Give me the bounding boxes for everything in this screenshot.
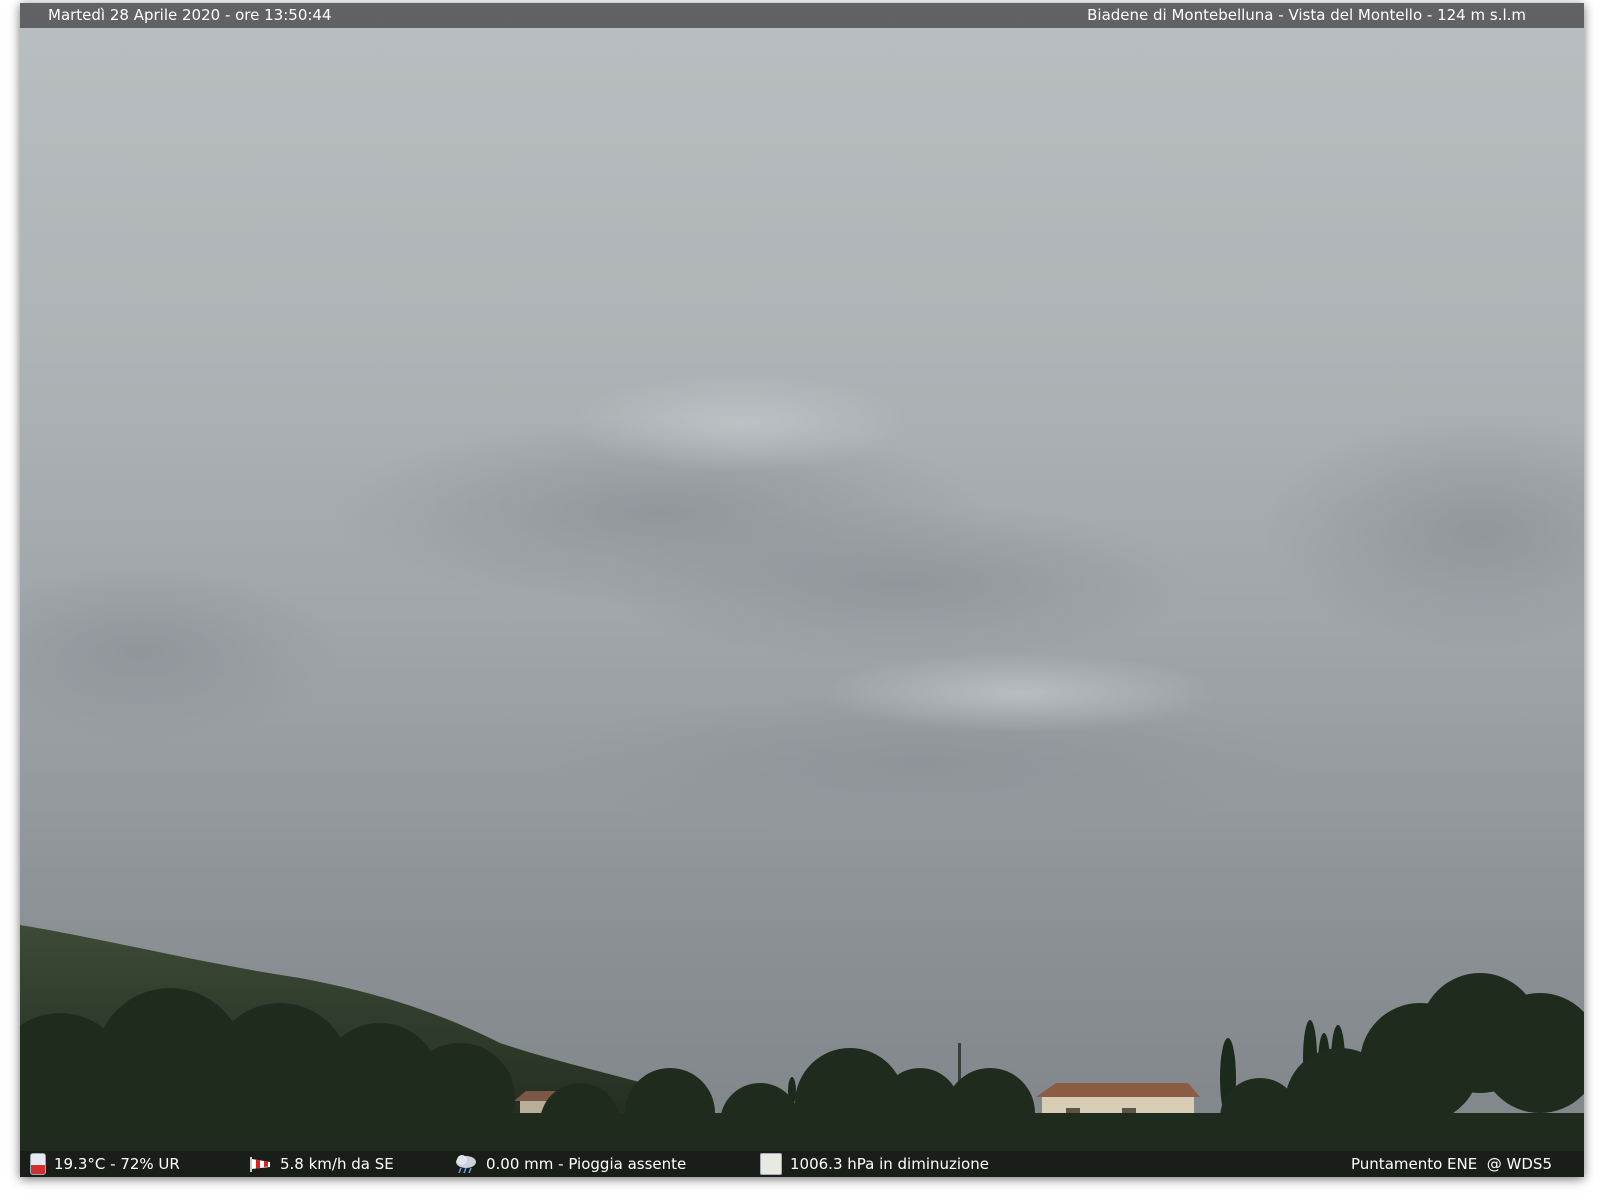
cloud-dark	[600, 503, 1200, 663]
location-label: Biadene di Montebelluna - Vista del Mont…	[1087, 6, 1526, 24]
wind-readout: 5.8 km/h da SE	[250, 1151, 394, 1177]
cloud-dark	[20, 563, 340, 743]
webcam-frame: Martedì 28 Aprile 2020 - ore 13:50:44 Bi…	[20, 3, 1584, 1177]
temperature-value: 19.3°C - 72% UR	[54, 1155, 180, 1173]
rain-value: 0.00 mm - Pioggia assente	[486, 1155, 687, 1173]
rain-readout: 0.00 mm - Pioggia assente	[454, 1151, 686, 1177]
rain-cloud-icon	[456, 1155, 476, 1174]
temperature-readout: 19.3°C - 72% UR	[30, 1151, 180, 1177]
datetime-label: Martedì 28 Aprile 2020 - ore 13:50:44	[48, 6, 332, 24]
cloud-dark	[1260, 413, 1584, 653]
pointing-readout: Puntamento ENE @ WDS5	[1351, 1151, 1552, 1177]
landscape-scene	[20, 373, 1584, 1177]
thermometer-icon	[30, 1153, 46, 1175]
bottom-weather-bar: 19.3°C - 72% UR 5.8 km/h da SE 0.00 mm -…	[20, 1151, 1584, 1177]
top-info-bar: Martedì 28 Aprile 2020 - ore 13:50:44 Bi…	[20, 3, 1584, 28]
pointing-value: Puntamento ENE @ WDS5	[1351, 1155, 1552, 1173]
cloud-light	[570, 373, 910, 473]
wind-value: 5.8 km/h da SE	[280, 1155, 394, 1173]
windsock-icon	[250, 1157, 270, 1172]
pressure-readout: 1006.3 hPa in diminuzione	[760, 1151, 989, 1177]
barometer-icon	[760, 1153, 782, 1175]
pressure-value: 1006.3 hPa in diminuzione	[790, 1155, 989, 1173]
cloud-light	[820, 653, 1220, 733]
